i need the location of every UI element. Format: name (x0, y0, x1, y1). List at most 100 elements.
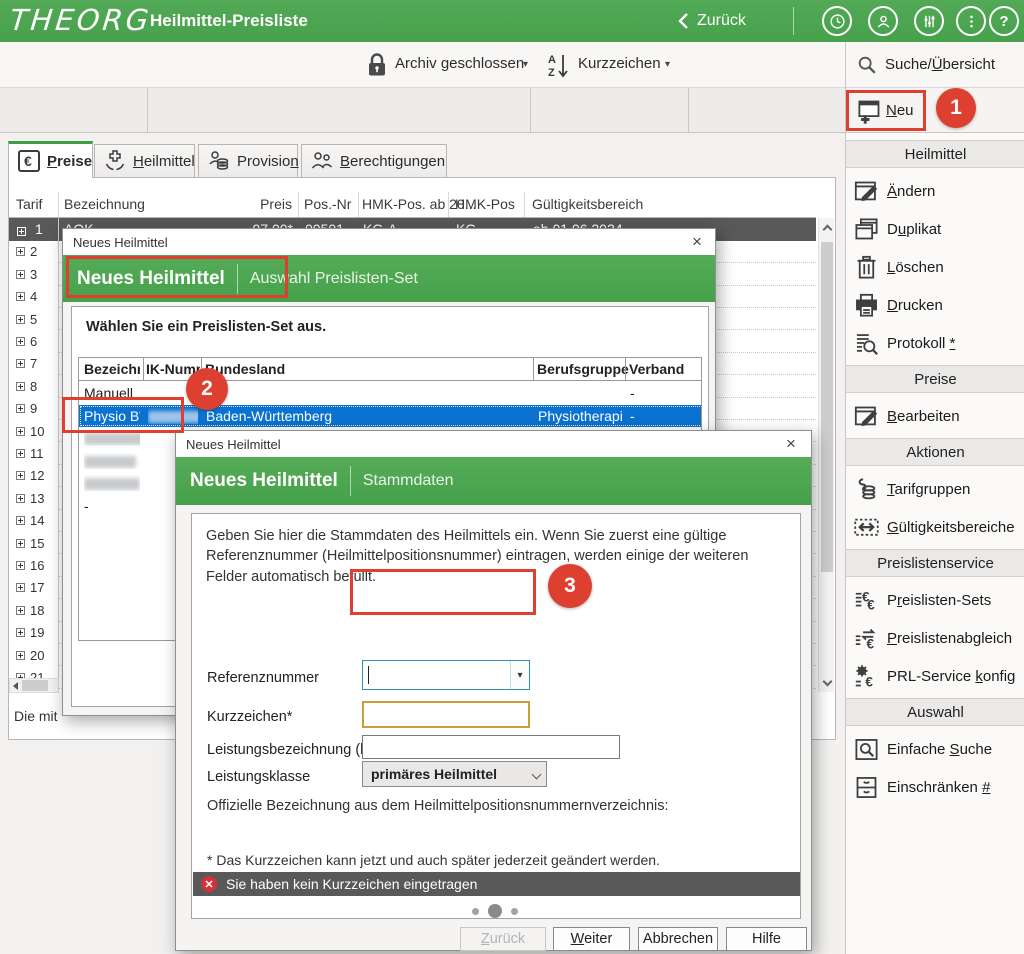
expand-icon[interactable] (16, 606, 25, 615)
close-icon[interactable]: × (781, 434, 801, 454)
scroll-down-button[interactable] (819, 674, 835, 692)
sidebar-item-aendern[interactable]: Ändern (846, 174, 1024, 209)
chevron-down-icon[interactable]: ▾ (523, 59, 528, 70)
tab-berechtigungen[interactable]: Berechtigungen (301, 144, 447, 177)
expand-icon[interactable] (16, 516, 25, 525)
tab-heilmittel[interactable]: Heilmittel (94, 144, 195, 177)
neu-button[interactable]: Neu (852, 91, 926, 129)
tree-row-6[interactable]: 6 (9, 330, 58, 352)
sidebar-item-protokoll[interactable]: Protokoll * (846, 326, 1024, 361)
tree-row-5[interactable]: 5 (9, 308, 58, 330)
scrollbar-thumb[interactable] (22, 680, 48, 691)
sidebar-item-einfache-suche[interactable]: Einfache Suche (846, 732, 1024, 767)
expand-icon[interactable] (16, 449, 25, 458)
sort-field-dropdown[interactable]: Kurzzeichen (578, 55, 661, 72)
tree-row-19[interactable]: 19 (9, 622, 58, 644)
tree-row-15[interactable]: 15 (9, 532, 58, 554)
tree-row-20[interactable]: 20 (9, 644, 58, 666)
col-header-gueltigkeitsbereich[interactable]: Gültigkeitsbereich (532, 196, 643, 212)
col-header-tarif[interactable]: Tarif (16, 196, 42, 212)
tree-row-14[interactable]: 14 (9, 510, 58, 532)
tree-row-11[interactable]: 11 (9, 442, 58, 464)
expand-icon[interactable] (16, 583, 25, 592)
abbrechen-button[interactable]: Abbrechen (638, 927, 718, 951)
leistungsklasse-select[interactable]: primäres Heilmittel (362, 761, 547, 787)
tree-row-8[interactable]: 8 (9, 375, 58, 397)
table-vertical-scrollbar[interactable] (818, 218, 834, 692)
chevron-down-icon[interactable]: ▾ (665, 59, 670, 70)
scroll-up-button[interactable] (819, 218, 835, 236)
dialog-titlebar[interactable]: Neues Heilmittel (176, 431, 811, 457)
tab-provision[interactable]: Provision (198, 144, 298, 177)
tab-label: Preise (47, 153, 92, 170)
scrollbar-thumb[interactable] (821, 242, 833, 572)
tree-row-13[interactable]: 13 (9, 487, 58, 509)
list-row-selected[interactable]: Physio BWBaden-WürttembergPhysiotherapie… (79, 405, 702, 427)
sidebar-item-suche-uebersicht[interactable]: Suche/Übersicht (846, 42, 1024, 88)
expand-icon[interactable] (16, 628, 25, 637)
expand-icon[interactable] (16, 471, 25, 480)
tree-row-12[interactable]: 12 (9, 465, 58, 487)
tree-row-18[interactable]: 18 (9, 599, 58, 621)
tab-preise[interactable]: € Preise (8, 141, 93, 178)
expand-icon[interactable] (16, 561, 25, 570)
archive-status-dropdown[interactable]: Archiv geschlossen (395, 55, 524, 72)
kurzzeichen-field[interactable] (362, 701, 530, 728)
user-icon[interactable] (868, 6, 898, 36)
tree-row-10[interactable]: 10 (9, 420, 58, 442)
col-header-preis[interactable]: Preis (222, 196, 292, 212)
list-row[interactable]: Manuell- (79, 382, 702, 404)
expand-icon[interactable] (16, 359, 25, 368)
expand-icon[interactable] (16, 539, 25, 548)
dialog-titlebar[interactable]: Neues Heilmittel (63, 229, 715, 255)
sidebar-item-gueltigkeitsbereiche[interactable]: Gültigkeitsbereiche (846, 510, 1024, 545)
expand-icon[interactable] (16, 315, 25, 324)
history-clock-icon[interactable] (822, 6, 852, 36)
zurueck-button[interactable]: Zurück (460, 927, 546, 951)
col-header-bezeichnung[interactable]: Bezeichnung (64, 196, 145, 212)
tree-row-3[interactable]: 3 (9, 263, 58, 285)
expand-icon[interactable] (16, 382, 25, 391)
col-header-pos-nr[interactable]: Pos.-Nr (304, 196, 351, 212)
sidebar-item-preislistenabgleich[interactable]: €Preislistenabgleich (846, 621, 1024, 656)
tree-row-4[interactable]: 4 (9, 286, 58, 308)
referenznummer-combobox[interactable]: ▾ (362, 660, 530, 690)
sidebar-item-loeschen[interactable]: Löschen (846, 250, 1024, 285)
sidebar-item-preislisten-sets[interactable]: €€Preislisten-Sets (846, 583, 1024, 618)
expand-icon[interactable] (16, 651, 25, 660)
more-menu-kebab-icon[interactable] (956, 6, 986, 36)
sidebar-item-tarifgruppen[interactable]: Tarifgruppen (846, 472, 1024, 507)
expand-icon[interactable] (16, 494, 25, 503)
expand-icon[interactable] (16, 270, 25, 279)
expand-icon[interactable] (16, 292, 25, 301)
weiter-button[interactable]: Weiter (553, 927, 630, 951)
sidebar-item-duplikat[interactable]: Duplikat (846, 212, 1024, 247)
tree-row-9[interactable]: 9 (9, 398, 58, 420)
settings-sliders-icon[interactable] (914, 6, 944, 36)
scroll-left-button[interactable] (13, 682, 18, 690)
tree-row-16[interactable]: 16 (9, 554, 58, 576)
tree-row-7[interactable]: 7 (9, 353, 58, 375)
chevron-down-icon[interactable]: ▾ (510, 661, 529, 689)
col-header-bezeichnung[interactable]: Bezeichnung (84, 361, 140, 377)
col-header-verband[interactable]: Verband (629, 361, 684, 377)
help-icon[interactable]: ? (989, 6, 1019, 36)
sidebar-item-bearbeiten[interactable]: Bearbeiten (846, 399, 1024, 434)
col-header-hmk-pos[interactable]: HMK-Pos (455, 196, 515, 212)
col-header-berufsgruppe[interactable]: Berufsgruppe (537, 361, 629, 377)
tree-horizontal-scrollbar[interactable] (9, 678, 59, 693)
sidebar: Suche/Übersicht Neu HeilmittelÄndernDupl… (845, 42, 1024, 954)
back-button[interactable]: Zurück (678, 8, 746, 34)
leistungsbezeichnung-field[interactable] (362, 735, 620, 759)
expand-icon[interactable] (16, 427, 25, 436)
expand-icon[interactable] (16, 337, 25, 346)
close-icon[interactable]: × (687, 232, 707, 252)
hilfe-button[interactable]: Hilfe (726, 927, 807, 951)
sidebar-item-einschraenken[interactable]: Einschränken # (846, 770, 1024, 805)
sidebar-item-drucken[interactable]: Drucken (846, 288, 1024, 323)
tree-row-2[interactable]: 2 (9, 241, 58, 263)
tree-row-17[interactable]: 17 (9, 577, 58, 599)
expand-icon[interactable] (16, 247, 25, 256)
expand-icon[interactable] (16, 404, 25, 413)
sidebar-item-prl-service-konfig[interactable]: €PRL-Service konfig (846, 659, 1024, 694)
